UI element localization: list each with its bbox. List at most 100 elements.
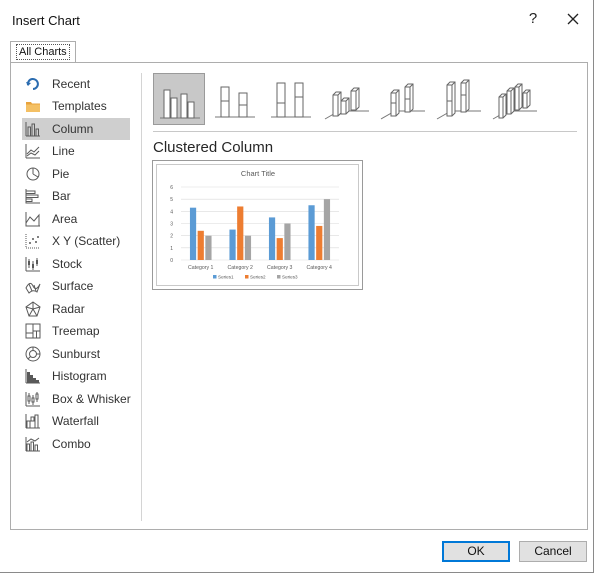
bar	[229, 229, 236, 260]
legend-swatch	[245, 275, 249, 279]
clustered-column-icon	[160, 89, 200, 119]
bar	[268, 217, 276, 260]
y-tick-label: 1	[170, 246, 173, 252]
help-button[interactable]: ?	[524, 8, 542, 30]
treemap-chart-icon	[25, 323, 41, 339]
sidebar-item-line[interactable]: Line	[22, 140, 130, 162]
subtype-3d-column[interactable]	[489, 73, 541, 125]
subtype-stacked-column[interactable]	[209, 73, 261, 125]
title-bar: Insert Chart ?	[0, 0, 594, 40]
subtype-100-stacked-column[interactable]	[265, 73, 317, 125]
sidebar-item-radar[interactable]: Radar	[22, 298, 130, 320]
subtype-title: Clustered Column	[153, 139, 274, 156]
x-tick-label: Category 3	[267, 265, 292, 271]
legend-swatch	[213, 275, 217, 279]
scatter-chart-icon	[25, 234, 40, 249]
bar	[276, 238, 283, 260]
ok-button[interactable]: OK	[442, 541, 510, 562]
chart-preview[interactable]: Chart Title 0 1 2 3 4 5 6 Category 1 Category 2 Ca…	[152, 160, 363, 290]
chart-panel: Recent Templates Column Line Pie Bar Are…	[10, 62, 588, 530]
bar	[284, 223, 291, 260]
bar	[244, 235, 252, 260]
y-tick-label: 3	[170, 222, 173, 228]
box-whisker-chart-icon	[25, 392, 40, 407]
y-tick-label: 5	[170, 197, 173, 203]
sidebar-item-stock[interactable]: Stock	[22, 253, 130, 275]
column-chart-icon	[25, 122, 40, 137]
bar-chart-icon	[25, 189, 40, 204]
sidebar-item-label: Pie	[52, 167, 70, 181]
sidebar-item-histogram[interactable]: Histogram	[22, 365, 130, 387]
sidebar-item-treemap[interactable]: Treemap	[22, 320, 130, 342]
sidebar-item-label: Templates	[52, 99, 107, 113]
x-tick-label: Category 4	[307, 265, 332, 271]
tab-all-charts-label: All Charts	[16, 44, 70, 60]
3d-clustered-column-icon	[324, 87, 369, 120]
bar	[237, 206, 244, 260]
subtype-3d-100-stacked-column[interactable]	[433, 73, 485, 125]
legend-swatch	[277, 275, 281, 279]
sidebar-item-area[interactable]: Area	[22, 208, 130, 230]
area-chart-icon	[25, 212, 40, 227]
100-stacked-column-icon	[271, 82, 311, 118]
sidebar-item-label: Combo	[52, 437, 91, 451]
dialog-footer: OK Cancel	[0, 533, 594, 573]
close-button[interactable]	[562, 8, 584, 30]
surface-chart-icon	[25, 282, 41, 294]
sidebar-item-combo[interactable]: Combo	[22, 433, 130, 455]
tab-strip: All Charts	[10, 41, 588, 63]
y-tick-label: 4	[170, 209, 173, 215]
sidebar-item-label: Waterfall	[52, 414, 99, 428]
sidebar-item-bar[interactable]: Bar	[22, 185, 130, 207]
sidebar-item-label: Bar	[52, 189, 71, 203]
subtype-3d-stacked-column[interactable]	[377, 73, 429, 125]
y-tick-label: 2	[170, 234, 173, 240]
close-icon	[567, 13, 579, 25]
templates-folder-icon	[26, 102, 40, 112]
sidebar-item-label: X Y (Scatter)	[52, 234, 121, 248]
subtype-3d-clustered-column[interactable]	[321, 73, 373, 125]
sidebar-item-column[interactable]: Column	[22, 118, 130, 140]
sidebar-item-label: Stock	[52, 257, 83, 271]
sidebar-item-label: Column	[52, 122, 94, 136]
sidebar-item-pie[interactable]: Pie	[22, 163, 130, 185]
sidebar-item-surface[interactable]: Surface	[22, 275, 130, 297]
waterfall-chart-icon	[25, 414, 40, 429]
sidebar-divider	[141, 73, 142, 521]
chart-title: Chart Title	[241, 169, 275, 178]
stacked-column-icon	[215, 86, 255, 118]
bar	[308, 205, 315, 260]
sidebar-item-templates[interactable]: Templates	[22, 95, 130, 117]
chart-preview-svg: Chart Title 0 1 2 3 4 5 6 Category 1 Category 2 Ca…	[170, 169, 339, 280]
y-tick-label: 0	[170, 258, 173, 264]
y-tick-label: 6	[170, 185, 173, 191]
tab-all-charts[interactable]: All Charts	[10, 41, 76, 62]
bar	[205, 235, 212, 260]
sidebar-item-box-whisker[interactable]: Box & Whisker	[22, 388, 131, 410]
sidebar-item-sunburst[interactable]: Sunburst	[22, 343, 130, 365]
pie-chart-icon	[26, 167, 40, 181]
3d-100-stacked-column-icon	[436, 79, 481, 120]
histogram-chart-icon	[25, 369, 40, 384]
sidebar-item-scatter[interactable]: X Y (Scatter)	[22, 230, 130, 252]
sidebar-item-label: Recent	[52, 77, 91, 91]
sidebar-item-recent[interactable]: Recent	[22, 73, 130, 95]
subtype-clustered-column[interactable]	[153, 73, 205, 125]
legend-label: Series3	[282, 275, 298, 280]
sidebar-item-label: Line	[52, 144, 75, 158]
bar	[316, 225, 323, 260]
x-tick-label: Category 2	[228, 265, 253, 271]
3d-stacked-column-icon	[380, 83, 425, 120]
cancel-button[interactable]: Cancel	[519, 541, 587, 562]
stock-chart-icon	[25, 257, 40, 272]
bar	[189, 207, 197, 260]
sidebar-item-label: Histogram	[52, 369, 107, 383]
3d-column-icon	[492, 83, 537, 120]
bar	[197, 230, 204, 260]
sidebar-item-waterfall[interactable]: Waterfall	[22, 410, 130, 432]
gallery-divider	[153, 131, 577, 132]
sidebar-item-label: Area	[52, 212, 78, 226]
sunburst-chart-icon	[25, 346, 41, 362]
line-chart-icon	[25, 144, 40, 159]
x-tick-label: Category 1	[188, 265, 213, 271]
